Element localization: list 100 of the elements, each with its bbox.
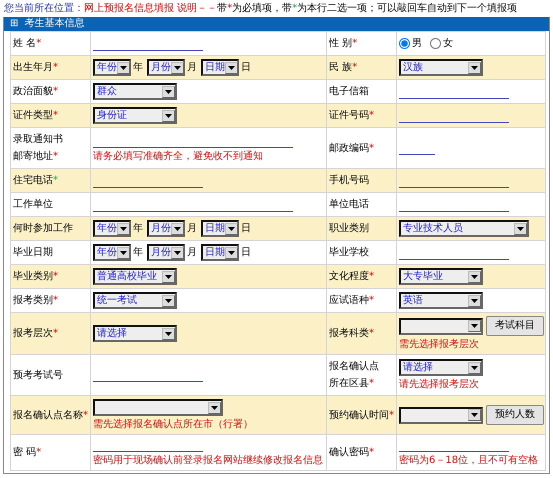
field-label: 预考考试号 bbox=[13, 370, 63, 380]
select-field[interactable]: 月份 bbox=[147, 59, 185, 76]
dropdown-arrow-icon bbox=[228, 250, 235, 254]
dropdown-arrow-icon bbox=[174, 66, 181, 70]
field-label: 职业类别 bbox=[329, 223, 369, 234]
select-field[interactable]: 年份 bbox=[93, 59, 131, 76]
unit-label: 年 bbox=[133, 62, 143, 74]
hint-text: 需先选择报考层次 bbox=[399, 338, 479, 351]
field-label: 所在区县 bbox=[329, 378, 369, 389]
select-field[interactable]: 日期 bbox=[201, 220, 239, 237]
field-label: 文化程度 bbox=[329, 271, 369, 282]
dropdown-arrow-icon bbox=[165, 332, 172, 336]
select-field[interactable] bbox=[399, 318, 483, 334]
dropdown-arrow-icon bbox=[165, 274, 172, 278]
unit-label: 月 bbox=[187, 246, 197, 258]
select-field[interactable]: 身份证 bbox=[93, 107, 177, 124]
dropdown-arrow-icon bbox=[120, 226, 127, 230]
required-mark: * bbox=[53, 110, 58, 121]
unit-label: 月 bbox=[187, 222, 197, 234]
field-label: 政治面貌 bbox=[13, 86, 53, 97]
select-field[interactable] bbox=[93, 399, 223, 416]
field-label: 密 码 bbox=[13, 447, 36, 458]
dropdown-arrow-icon bbox=[517, 226, 524, 230]
dropdown-arrow-icon bbox=[471, 66, 478, 70]
required-mark: * bbox=[369, 447, 374, 458]
dropdown-arrow-icon bbox=[120, 250, 127, 254]
field-label: 姓 名 bbox=[13, 38, 36, 49]
select-field[interactable]: 日期 bbox=[201, 244, 239, 261]
field-label: 应试语种 bbox=[329, 295, 369, 306]
field-label: 预约确认时间 bbox=[329, 410, 389, 420]
field-label: 民 族 bbox=[329, 62, 352, 73]
required-mark: * bbox=[83, 410, 88, 420]
required-mark: * bbox=[53, 271, 58, 282]
dropdown-arrow-icon bbox=[174, 250, 181, 254]
field-label: 报考类别 bbox=[13, 295, 53, 306]
select-field[interactable]: 月份 bbox=[147, 220, 185, 237]
select-field[interactable]: 统一考试 bbox=[93, 292, 177, 309]
field-label: 邮政编码 bbox=[329, 142, 369, 154]
select-field[interactable]: 日期 bbox=[201, 59, 239, 76]
select-field[interactable]: 汉族 bbox=[399, 59, 483, 76]
field-label: 证件号码 bbox=[329, 110, 369, 121]
option-label: 女 bbox=[443, 38, 453, 50]
field-label: 邮寄地址 bbox=[13, 151, 53, 162]
field-label: 出生年月 bbox=[13, 62, 53, 73]
required-mark: * bbox=[369, 328, 374, 339]
select-field[interactable]: 群众 bbox=[93, 83, 177, 100]
action-button[interactable]: 预约人数 bbox=[486, 405, 544, 425]
section-title: 考生基本信息 bbox=[24, 18, 84, 30]
dropdown-arrow-icon bbox=[471, 324, 478, 328]
unit-label: 日 bbox=[241, 62, 251, 74]
hint-text: 密码为6－18位，且不可有空格 bbox=[399, 454, 538, 467]
dropdown-arrow-icon bbox=[120, 66, 127, 70]
option-label: 男 bbox=[412, 38, 422, 50]
field-label: 毕业日期 bbox=[13, 247, 53, 258]
field-label: 住宅电话 bbox=[13, 175, 53, 186]
dropdown-arrow-icon bbox=[471, 366, 478, 370]
expand-icon[interactable]: ⊞ bbox=[10, 19, 18, 29]
action-button[interactable]: 考试科目 bbox=[486, 316, 544, 336]
required-mark: * bbox=[369, 378, 374, 389]
required-mark: * bbox=[369, 110, 374, 121]
field-label: 手机号码 bbox=[329, 175, 369, 186]
field-label: 录取通知书 bbox=[13, 134, 63, 145]
select-field[interactable]: 年份 bbox=[93, 220, 131, 237]
field-label: 报考层次 bbox=[13, 328, 53, 339]
select-field[interactable]: 专业技术人员 bbox=[399, 220, 529, 237]
dropdown-arrow-icon bbox=[174, 226, 181, 230]
unit-label: 年 bbox=[133, 246, 143, 258]
field-label: 确认密码 bbox=[329, 447, 369, 458]
select-field[interactable] bbox=[399, 406, 483, 424]
field-label: 毕业类别 bbox=[13, 271, 53, 282]
hint-text: 请先选择报考层次 bbox=[399, 378, 479, 391]
field-label: 何时参加工作 bbox=[13, 223, 73, 234]
select-field[interactable]: 普通高校毕业 bbox=[93, 268, 177, 285]
select-field[interactable]: 请选择 bbox=[93, 325, 177, 342]
notice-text: 您当前所在位置：网上预报名信息填报 说明－－带*为必填项，带*为本行二选一项；可以敲回车自动到下一个填报项 bbox=[3, 2, 518, 16]
field-label: 毕业学校 bbox=[329, 247, 369, 258]
field-label: 证件类型 bbox=[13, 110, 53, 121]
field-label: 报名确认点名称 bbox=[13, 410, 83, 420]
required-mark: * bbox=[369, 271, 374, 282]
required-mark: * bbox=[369, 142, 374, 154]
radio-button[interactable] bbox=[399, 38, 410, 49]
select-field[interactable]: 年份 bbox=[93, 244, 131, 261]
required-mark: * bbox=[53, 62, 58, 73]
dropdown-arrow-icon bbox=[228, 66, 235, 70]
required-mark: * bbox=[53, 295, 58, 306]
radio-button[interactable] bbox=[430, 38, 441, 49]
hint-text: 需先选择报名确认点所在市（行署） bbox=[93, 418, 253, 431]
dropdown-arrow-icon bbox=[165, 90, 172, 94]
select-field[interactable]: 英语 bbox=[399, 292, 483, 309]
field-label: 报名确认点 bbox=[329, 361, 379, 372]
required-mark: * bbox=[36, 447, 42, 458]
select-field[interactable]: 请选择 bbox=[399, 359, 483, 376]
unit-label: 月 bbox=[187, 62, 197, 74]
required-mark: * bbox=[389, 410, 394, 420]
unit-label: 日 bbox=[241, 246, 251, 258]
select-field[interactable]: 月份 bbox=[147, 244, 185, 261]
required-mark: * bbox=[36, 38, 42, 49]
dropdown-arrow-icon bbox=[471, 298, 478, 302]
required-mark: * bbox=[352, 38, 358, 49]
select-field[interactable]: 大专毕业 bbox=[399, 268, 483, 285]
